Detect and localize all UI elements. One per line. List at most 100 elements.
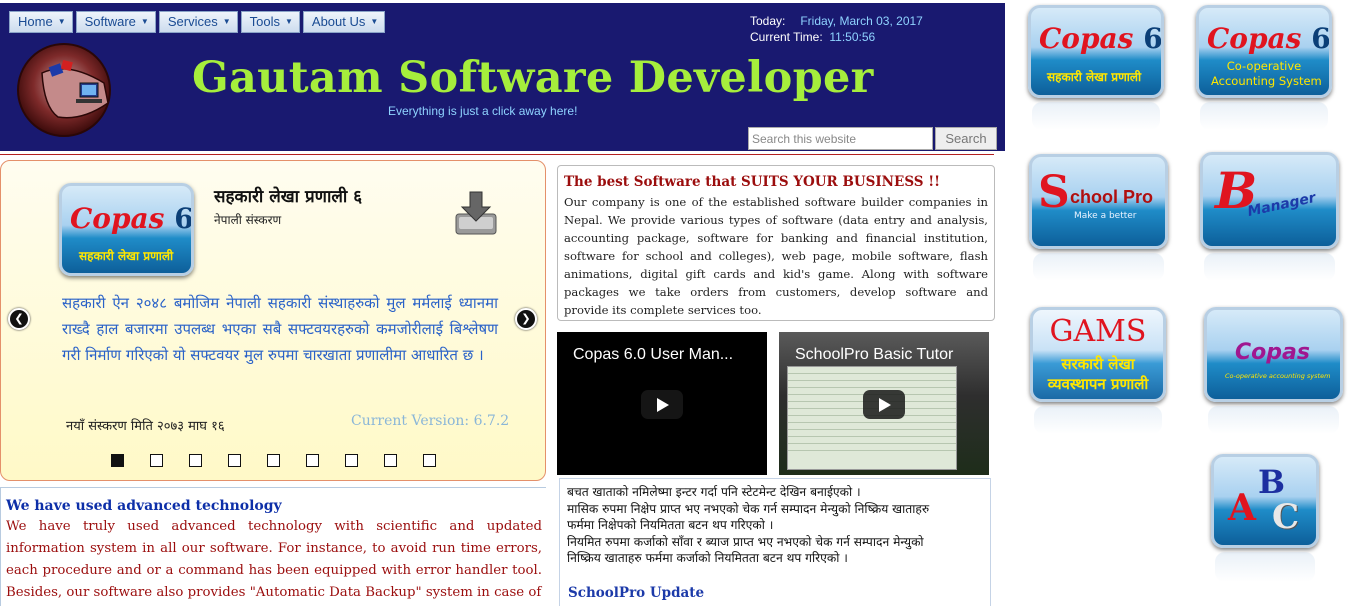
tile-reflection [1204, 253, 1335, 281]
technology-heading: We have used advanced technology [6, 498, 282, 514]
slider-pagination [111, 454, 436, 467]
news-line: मासिक रुपमा निक्षेप प्राप्त भए नभएको चेक… [567, 501, 930, 516]
news-line: फर्ममा निक्षेपको नियमितता बटन थप गरिएको … [567, 518, 774, 532]
pagination-dot[interactable] [111, 454, 124, 467]
video-title: Copas 6.0 User Man... [573, 346, 734, 363]
about-section: The best Software that SUITS YOUR BUSINE… [557, 165, 995, 321]
company-logo[interactable] [12, 41, 120, 139]
news-lines: बचत खाताको नमिलेष्मा इन्टर गर्दा पनि स्ट… [567, 484, 985, 567]
tile-subtitle: Co-operative Accounting System [1211, 59, 1322, 89]
pagination-dot[interactable] [228, 454, 241, 467]
site-header: Home ▼ Software ▼ Services ▼ Tools ▼ About U… [0, 3, 1005, 151]
search-input[interactable] [748, 127, 933, 150]
sidebar-schoolpro[interactable]: S chool Pro Make a better [1029, 154, 1168, 249]
abc-letter-b: B [1258, 463, 1286, 501]
abc-letter-c: C [1272, 497, 1300, 537]
time-label: Current Time: [750, 30, 823, 44]
copas-number: 6 [1311, 22, 1331, 55]
sidebar-abc-game[interactable]: A B C [1211, 454, 1319, 548]
pagination-dot[interactable] [150, 454, 163, 467]
menu-software[interactable]: Software ▼ [75, 11, 156, 33]
pagination-dot[interactable] [384, 454, 397, 467]
tile-subtitle-line1: Co-operative [1226, 59, 1302, 73]
copas-classic-subtitle: Co-operative accounting system [1225, 372, 1331, 380]
copas-word: Copas [1039, 22, 1134, 55]
news-ticker: बचत खाताको नमिलेष्मा इन्टर गर्दा पनि स्ट… [559, 478, 991, 606]
pagination-dot[interactable] [423, 454, 436, 467]
technology-section: We have used advanced technology We have… [0, 487, 546, 606]
chevron-right-icon: ❯ [521, 312, 531, 325]
pagination-dot[interactable] [306, 454, 319, 467]
copas-word: Copas [70, 202, 165, 235]
copas-badge-subtitle: सहकारी लेखा प्रणाली [79, 249, 174, 263]
tile-reflection [1208, 406, 1339, 434]
sidebar-copas-classic[interactable]: Copas Co-operative accounting system [1204, 307, 1343, 402]
menu-home-label: Home [18, 14, 53, 29]
copas-number: 6 [1143, 22, 1163, 55]
menu-about-us[interactable]: About Us ▼ [302, 11, 386, 33]
slider-prev-button[interactable]: ❮ [8, 308, 30, 330]
gams-subtitle-line1: सरकारी लेखा [1061, 355, 1135, 373]
caret-down-icon: ▼ [57, 17, 66, 26]
gams-subtitle-line2: व्यवस्थापन प्रणाली [1047, 375, 1149, 393]
schoolpro-letter: S [1038, 167, 1070, 218]
gams-title: GAMS [1049, 314, 1147, 349]
tile-reflection [1215, 552, 1315, 582]
play-icon[interactable] [863, 390, 905, 419]
technology-text: We have truly used advanced technology w… [6, 519, 542, 600]
today-value: Friday, March 03, 2017 [800, 14, 923, 28]
menu-software-label: Software [84, 14, 136, 29]
caret-down-icon: ▼ [284, 17, 293, 26]
news-heading[interactable]: SchoolPro Update [568, 585, 704, 601]
sidebar-copas6-nepali[interactable]: Copas 6 सहकारी लेखा प्रणाली [1028, 5, 1164, 98]
video-title: SchoolPro Basic Tutor [795, 346, 954, 363]
schoolpro-tagline: Make a better [1074, 211, 1137, 221]
abc-letter-a: A [1228, 487, 1256, 529]
video-schoolpro-tutorial[interactable]: SchoolPro Basic Tutor [779, 332, 989, 475]
menu-about-us-label: About Us [311, 14, 366, 29]
copas-classic-text: Copas [1235, 340, 1310, 365]
download-icon[interactable] [453, 190, 499, 238]
tile-subtitle: सहकारी लेखा प्रणाली [1047, 70, 1142, 84]
sidebar-bmanager[interactable]: B Manager [1200, 152, 1339, 249]
header-divider [0, 154, 994, 155]
video-copas-manual[interactable]: Copas 6.0 User Man... [557, 332, 767, 475]
menu-tools-label: Tools [249, 14, 280, 29]
page: { "header": { "menu": ["Home", "Software… [0, 0, 1366, 606]
copas-word: Copas [1207, 22, 1302, 55]
sidebar-copas6-english[interactable]: Copas 6 Co-operative Accounting System [1196, 5, 1332, 98]
news-line: निष्क्रिय खाताहरु फर्ममा कर्जाको नियमितत… [567, 551, 848, 565]
about-heading: The best Software that SUITS YOUR BUSINE… [564, 174, 941, 190]
date-time-panel: Today: Friday, March 03, 2017 Current Ti… [750, 13, 923, 45]
about-text: Our company is one of the established so… [564, 195, 988, 317]
slide-version: Current Version: 6.7.2 [351, 413, 510, 429]
menu-tools[interactable]: Tools ▼ [240, 11, 300, 33]
site-tagline: Everything is just a click away here! [388, 104, 578, 118]
sidebar-gams[interactable]: GAMS सरकारी लेखा व्यवस्थापन प्रणाली [1030, 307, 1166, 402]
caret-down-icon: ▼ [222, 17, 231, 26]
search-button[interactable]: Search [935, 127, 997, 150]
slide-title: सहकारी लेखा प्रणाली ६ [214, 187, 363, 207]
site-title: Gautam Software Developer [192, 53, 874, 103]
copas-number: 6 [174, 202, 194, 235]
pagination-dot[interactable] [267, 454, 280, 467]
copas6-badge[interactable]: Copas 6 सहकारी लेखा प्रणाली [59, 183, 194, 276]
slide-subtitle: नेपाली संस्करण [214, 213, 282, 227]
slider-next-button[interactable]: ❯ [515, 308, 537, 330]
pagination-dot[interactable] [189, 454, 202, 467]
menu-services[interactable]: Services ▼ [158, 11, 238, 33]
today-label: Today: [750, 14, 786, 28]
play-icon[interactable] [641, 390, 683, 419]
gams-subtitle: सरकारी लेखा व्यवस्थापन प्रणाली [1033, 354, 1163, 394]
news-line: नियमित रुपमा कर्जाको साँवा र ब्याज प्राप… [567, 534, 924, 549]
schoolpro-text: chool Pro [1070, 187, 1154, 207]
menu-home[interactable]: Home ▼ [9, 11, 73, 33]
slide-release-date: नयाँ संस्करण मिति २०७३ माघ १६ [66, 419, 225, 434]
slide-description: सहकारी ऐन २०४८ बमोजिम नेपाली सहकारी संस्… [62, 294, 498, 364]
pagination-dot[interactable] [345, 454, 358, 467]
tile-reflection [1032, 102, 1160, 130]
time-value: 11:50:56 [829, 30, 876, 44]
caret-down-icon: ▼ [140, 17, 149, 26]
caret-down-icon: ▼ [370, 17, 379, 26]
tile-subtitle-line2: Accounting System [1211, 74, 1322, 88]
